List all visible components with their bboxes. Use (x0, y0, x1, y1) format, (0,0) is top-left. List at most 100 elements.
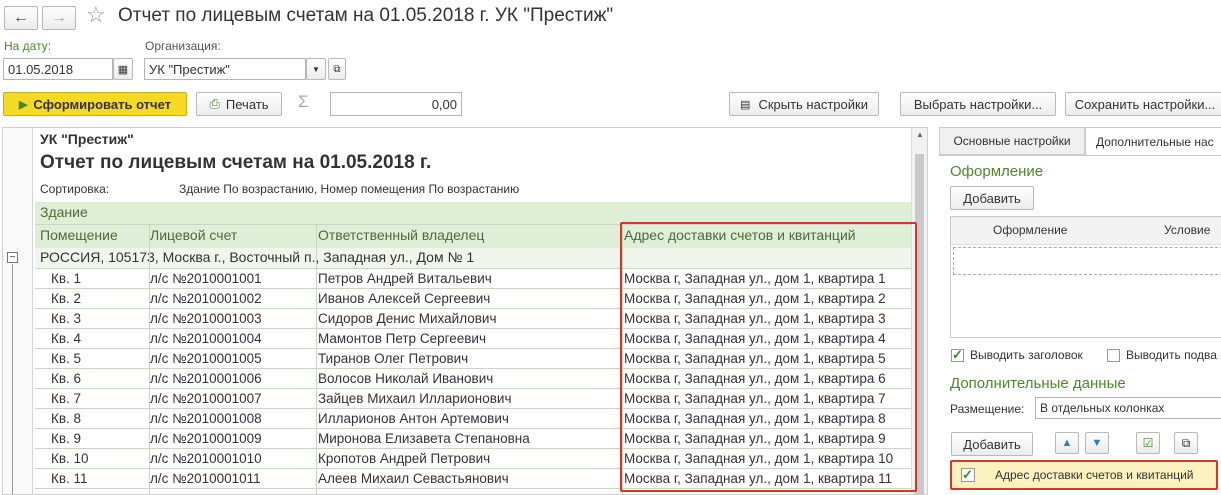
printer-icon: ⎙ (209, 96, 220, 111)
window-title: Отчет по лицевым счетам на 01.05.2018 г.… (118, 5, 614, 26)
row-account[interactable]: л/с №2010001002 (150, 291, 262, 306)
select-settings-button[interactable]: Выбрать настройки... (900, 92, 1056, 116)
row-owner[interactable]: Зайцев Михаил Илларионович (318, 391, 512, 406)
calendar-button[interactable]: ▦ (113, 58, 133, 80)
back-button[interactable]: ← (4, 6, 38, 30)
row-room[interactable]: Кв. 2 (51, 291, 81, 306)
print-button[interactable]: ⎙ Печать (196, 92, 282, 116)
row-room[interactable]: Кв. 8 (51, 411, 81, 426)
generate-report-button[interactable]: ▶ Сформировать отчет (3, 92, 187, 116)
row-account[interactable]: л/с №2010001005 (150, 351, 262, 366)
date-field[interactable]: 01.05.2018 (3, 58, 113, 80)
row-owner[interactable]: Кропотов Андрей Петрович (318, 451, 490, 466)
row-owner[interactable]: Мамонтов Петр Сергеевич (318, 331, 486, 346)
row-room[interactable]: Кв. 4 (51, 331, 81, 346)
forward-button[interactable]: → (42, 6, 76, 30)
row-room[interactable]: Кв. 3 (51, 311, 81, 326)
org-dropdown-button[interactable]: ▼ (306, 58, 326, 80)
play-icon: ▶ (18, 98, 28, 111)
group-header-building: Здание (40, 204, 88, 220)
row-room[interactable]: Кв. 10 (51, 451, 89, 466)
row-owner[interactable]: Алеев Михаил Севастьянович (318, 471, 509, 486)
tab-main-settings-label: Основные настройки (953, 134, 1071, 148)
row-account[interactable]: л/с №2010001006 (150, 371, 262, 386)
column-header-account: Лицевой счет (150, 227, 238, 243)
row-room[interactable]: Кв. 5 (51, 351, 81, 366)
sum-field: 0,00 (330, 92, 462, 116)
row-account[interactable]: л/с №2010001009 (150, 431, 262, 446)
favorite-star-icon[interactable]: ☆ (86, 2, 106, 28)
hide-settings-button[interactable]: ▤ Скрыть настройки (729, 92, 879, 116)
row-account[interactable]: л/с №2010001004 (150, 331, 262, 346)
row-room[interactable]: Кв. 6 (51, 371, 81, 386)
open-icon: ⧉ (333, 63, 341, 75)
report-org: УК "Престиж" (40, 131, 134, 147)
placement-label: Размещение: (950, 402, 1025, 416)
column-divider (316, 224, 317, 494)
group-tree-line (12, 264, 13, 494)
calendar-icon: ▦ (117, 63, 129, 76)
tab-extra-settings[interactable]: Дополнительные нас (1085, 127, 1221, 155)
row-owner[interactable]: Тиранов Олег Петрович (318, 351, 468, 366)
grouping-gutter (3, 128, 33, 494)
show-header-label: Выводить заголовок (970, 348, 1083, 362)
arrow-up-icon: ▲ (1061, 437, 1073, 449)
row-room[interactable]: Кв. 1 (51, 271, 81, 286)
tab-extra-settings-label: Дополнительные нас (1096, 134, 1214, 149)
design-add-button[interactable]: Добавить (950, 186, 1034, 210)
row-account[interactable]: л/с №2010001001 (150, 271, 262, 286)
placement-value: В отдельных колонках (1040, 401, 1165, 415)
org-open-button[interactable]: ⧉ (328, 58, 346, 80)
extra-item-label: Адрес доставки счетов и квитанций (995, 468, 1194, 482)
row-account[interactable]: л/с №2010001007 (150, 391, 262, 406)
org-label: Организация: (145, 39, 221, 53)
copy-icon: ⧉ (1181, 435, 1191, 450)
arrow-right-icon: → (51, 9, 67, 26)
extra-item-checkbox[interactable]: ✓ (961, 468, 975, 482)
design-section-title: Оформление (950, 163, 1044, 180)
row-owner[interactable]: Иванов Алексей Сергеевич (318, 291, 490, 306)
show-header-checkbox[interactable]: ✓ (951, 348, 964, 362)
row-owner[interactable]: Сидоров Денис Михайлович (318, 311, 496, 326)
row-owner[interactable]: Миронова Елизавета Степановна (318, 431, 530, 446)
placement-select[interactable]: В отдельных колонках (1035, 397, 1221, 419)
collapse-group-icon[interactable]: − (7, 252, 18, 263)
date-label: На дату: (4, 39, 52, 53)
design-table[interactable]: Оформление Условие (950, 216, 1221, 338)
scroll-up-icon[interactable]: ▲ (916, 130, 924, 139)
copy-button[interactable]: ⧉ (1174, 432, 1198, 454)
column-header-room: Помещение (40, 227, 118, 243)
hide-settings-label: Скрыть настройки (758, 96, 868, 112)
org-field[interactable]: УК "Престиж" (144, 58, 306, 80)
print-label: Печать (225, 96, 269, 112)
arrow-left-icon: ← (13, 9, 29, 26)
row-account[interactable]: л/с №2010001011 (150, 471, 261, 486)
row-account[interactable]: л/с №2010001008 (150, 411, 262, 426)
settings-panel: Основные настройки Дополнительные нас Оф… (939, 127, 1221, 495)
row-owner[interactable]: Илларионов Антон Артемович (318, 411, 509, 426)
row-owner[interactable]: Волосов Николай Иванович (318, 371, 493, 386)
check-all-button[interactable]: ☑ (1136, 432, 1160, 454)
design-table-selected-row (953, 247, 1221, 275)
sort-value: Здание По возрастанию, Номер помещения П… (179, 182, 520, 196)
row-owner[interactable]: Петров Андрей Витальевич (318, 271, 492, 286)
move-up-button[interactable]: ▲ (1055, 432, 1079, 454)
row-room[interactable]: Кв. 11 (51, 471, 88, 486)
row-account[interactable]: л/с №2010001010 (150, 451, 262, 466)
move-down-button[interactable]: ▼ (1085, 432, 1109, 454)
sort-label: Сортировка: (40, 182, 110, 196)
save-settings-button[interactable]: Сохранить настройки... (1065, 92, 1221, 116)
column-header-owner: Ответственный владелец (318, 227, 485, 243)
show-footer-checkbox[interactable] (1107, 349, 1120, 362)
row-room[interactable]: Кв. 9 (51, 431, 81, 446)
design-add-label: Добавить (963, 190, 1021, 206)
extra-add-label: Добавить (963, 436, 1021, 452)
tab-main-settings[interactable]: Основные настройки (939, 127, 1085, 155)
row-account[interactable]: л/с №2010001003 (150, 311, 262, 326)
extra-add-button[interactable]: Добавить (951, 432, 1033, 456)
check-all-icon: ☑ (1142, 436, 1154, 450)
group-row: РОССИЯ, 105173, Москва г., Восточный п.,… (40, 249, 475, 265)
extra-item-row[interactable]: ✓ Адрес доставки счетов и квитанций (950, 460, 1218, 490)
design-col-header-design: Оформление (993, 223, 1068, 237)
row-room[interactable]: Кв. 7 (51, 391, 81, 406)
